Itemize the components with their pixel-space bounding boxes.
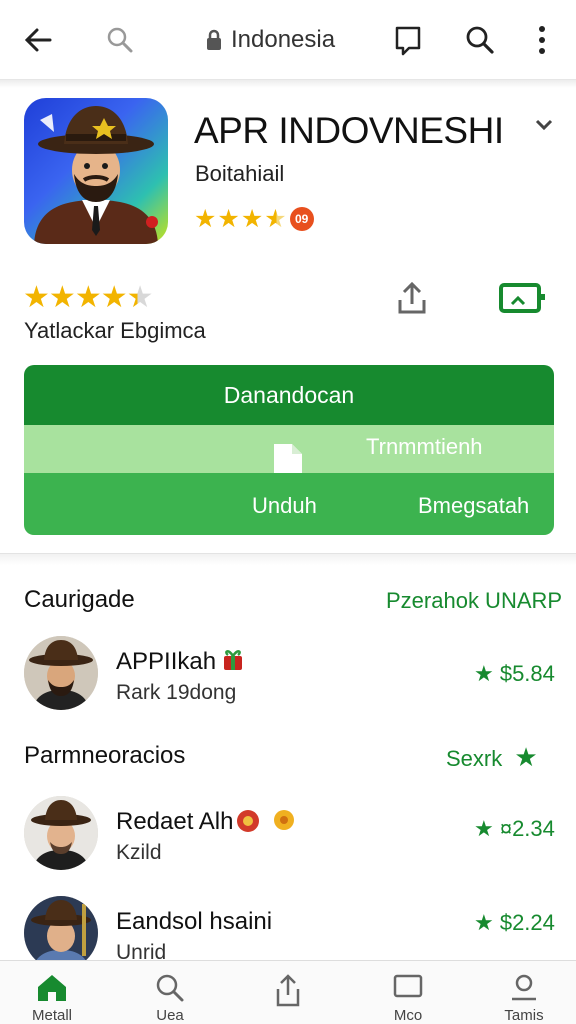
star-icon: ★ — [48, 281, 76, 314]
section-link-label: Sexrk — [446, 746, 503, 771]
search-icon — [156, 974, 184, 1002]
app-title: APR INDOVNESHI — [194, 110, 504, 151]
nav-label: Uea — [156, 1007, 184, 1024]
chevron-down-icon[interactable] — [534, 118, 554, 137]
star-icon: ★ — [240, 205, 264, 233]
nav-search[interactable]: Uea — [120, 961, 220, 1024]
star-icon: ★ — [23, 281, 50, 314]
search-icon-right[interactable] — [460, 20, 500, 60]
strip-label: Trnmmtienh — [366, 434, 483, 459]
section-link-2[interactable]: Sexrk ★ — [446, 742, 538, 773]
gift-icon — [222, 646, 244, 677]
star-icon: ★ — [100, 281, 128, 314]
app-developer: Boitahiail — [195, 161, 285, 186]
list-item-name: Eandsol hsaini — [116, 908, 273, 935]
section-title-2: Parmneoracios — [24, 742, 186, 769]
avatar — [24, 796, 98, 870]
secondary-action-row: Unduh Bmegsatah — [24, 473, 554, 535]
rating-stars-large: ★ ★ ★ ★ ★ — [23, 280, 154, 315]
share-icon[interactable] — [394, 280, 430, 321]
list-item-price: ★ $2.24 — [474, 910, 555, 935]
primary-action-button[interactable]: Danandocan — [24, 365, 554, 425]
bottom-navigation: Metall Uea Mco Tamis — [0, 960, 576, 1024]
list-item-name: APPIIkah — [116, 648, 217, 675]
avatar — [24, 896, 98, 970]
star-icon: ★ — [74, 281, 102, 314]
nav-media[interactable]: Mco — [358, 961, 458, 1024]
cast-icon[interactable] — [498, 280, 548, 321]
star-icon: ★ — [217, 205, 240, 233]
star-icon: ★ — [514, 742, 538, 772]
download-button[interactable]: Unduh — [252, 493, 317, 519]
badge-icon — [236, 808, 296, 839]
header-shadow — [0, 80, 576, 88]
address-field[interactable]: Indonesia — [205, 24, 335, 56]
lock-icon — [207, 29, 221, 50]
section-link-1[interactable]: Pzerahok UNARP — [386, 588, 562, 614]
back-arrow-icon[interactable] — [18, 20, 58, 60]
account-icon — [512, 974, 536, 1001]
list-item-subtitle: Kzild — [116, 841, 162, 864]
top-app-bar: Indonesia — [0, 0, 576, 80]
list-item-price: ★ ¤2.34 — [474, 816, 555, 841]
media-icon — [393, 974, 423, 998]
register-button[interactable]: Bmegsatah — [418, 493, 529, 519]
list-item-name: Redaet Alh — [116, 808, 234, 835]
tab-icon[interactable] — [388, 20, 428, 60]
list-item-price: ★ $5.84 — [474, 661, 555, 686]
star-icon: ★ — [194, 205, 217, 233]
section-title-1: Caurigade — [24, 586, 135, 613]
nav-home[interactable]: Metall — [2, 961, 102, 1024]
list-item-subtitle: Rark 19dong — [116, 681, 237, 704]
address-text: Indonesia — [231, 26, 336, 53]
app-rating-stars: ★ ★ ★ ★ 09 — [194, 204, 314, 234]
avatar — [24, 636, 98, 710]
section-divider — [0, 553, 576, 565]
nav-label: Mco — [393, 1007, 423, 1024]
rating-label: Yatlackar Ebgimca — [24, 318, 206, 343]
star-half-icon: ★ — [126, 281, 154, 314]
rating-badge: 09 — [289, 207, 314, 231]
app-icon — [24, 98, 168, 244]
search-icon[interactable] — [100, 20, 140, 60]
star-half-icon: ★ — [264, 205, 287, 233]
share-icon — [276, 974, 300, 1007]
more-vert-icon[interactable] — [522, 20, 562, 60]
nav-account[interactable]: Tamis — [474, 961, 574, 1024]
nav-share[interactable] — [238, 961, 338, 1024]
nav-label: Metall — [31, 1007, 72, 1024]
nav-label: Tamis — [504, 1007, 544, 1024]
home-icon — [38, 975, 66, 1001]
